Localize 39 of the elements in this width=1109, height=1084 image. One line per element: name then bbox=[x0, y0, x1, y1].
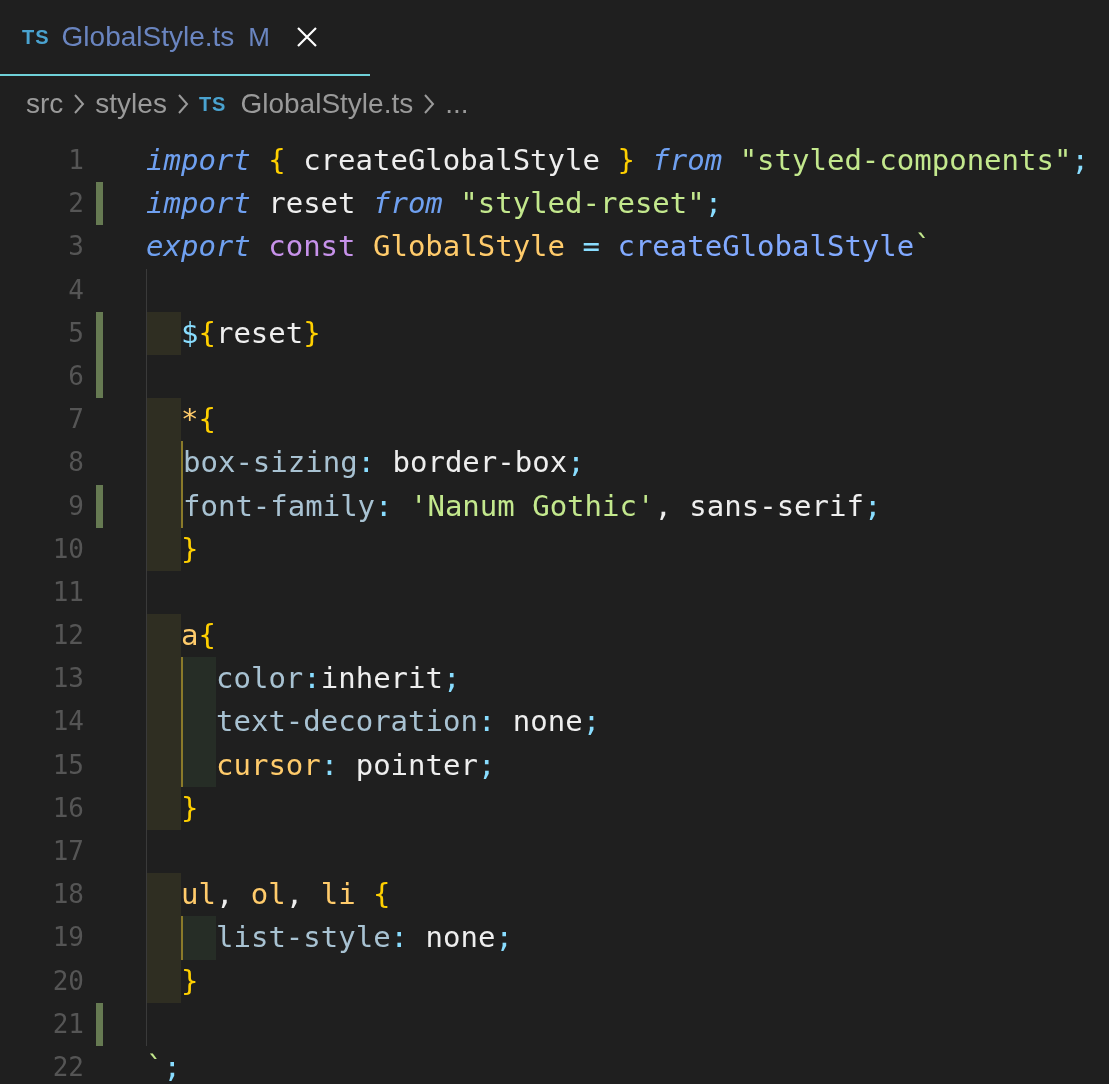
indent-highlight bbox=[146, 398, 181, 442]
code-line: box-sizing: border-box; bbox=[183, 444, 585, 482]
breadcrumb-item[interactable]: styles bbox=[95, 88, 167, 120]
code-line: import { createGlobalStyle } from "styled-components"; bbox=[146, 142, 1089, 179]
typescript-icon: TS bbox=[22, 25, 50, 49]
indent-highlight bbox=[181, 916, 216, 960]
code-line: color:inherit; bbox=[216, 660, 461, 698]
code-line: ${reset} bbox=[181, 314, 321, 352]
code-line: a{ bbox=[181, 617, 216, 655]
indent-highlight bbox=[146, 873, 181, 917]
code-line: *{ bbox=[181, 401, 216, 439]
indent-highlight bbox=[181, 657, 216, 701]
chevron-icon bbox=[423, 93, 436, 115]
code-line: import reset from "styled-reset"; bbox=[146, 185, 723, 223]
indent-highlight bbox=[146, 786, 181, 830]
modified-status: M bbox=[248, 21, 270, 53]
indent-highlight bbox=[146, 959, 181, 1003]
indent-highlight bbox=[146, 311, 181, 355]
chevron-icon bbox=[176, 93, 189, 115]
breadcrumb-item[interactable]: src bbox=[26, 88, 64, 120]
close-icon bbox=[296, 26, 318, 48]
chevron-icon bbox=[73, 93, 86, 115]
indent-highlight bbox=[146, 614, 181, 658]
code-line: } bbox=[181, 789, 199, 827]
indent-highlight bbox=[181, 743, 216, 787]
typescript-icon: TS bbox=[198, 92, 227, 116]
code-line: list-style: none; bbox=[216, 919, 513, 957]
code-line: font-family: 'Nanum Gothic', sans-serif; bbox=[183, 487, 882, 525]
code-line: } bbox=[181, 962, 199, 1000]
code-line: text-decoration: none; bbox=[216, 703, 601, 741]
code-line: ul, ol, li { bbox=[181, 876, 391, 914]
code-line: } bbox=[181, 530, 199, 568]
tab-title: GlobalStyle.ts bbox=[61, 21, 235, 53]
indent-highlight bbox=[146, 527, 181, 571]
code-line: `; bbox=[146, 1048, 181, 1084]
code-line: export const GlobalStyle = createGlobalStyle` bbox=[146, 228, 932, 266]
breadcrumb-item[interactable]: ... bbox=[445, 88, 469, 120]
code-line: cursor: pointer; bbox=[216, 746, 496, 784]
breadcrumb-item[interactable]: GlobalStyle.ts bbox=[240, 88, 414, 120]
